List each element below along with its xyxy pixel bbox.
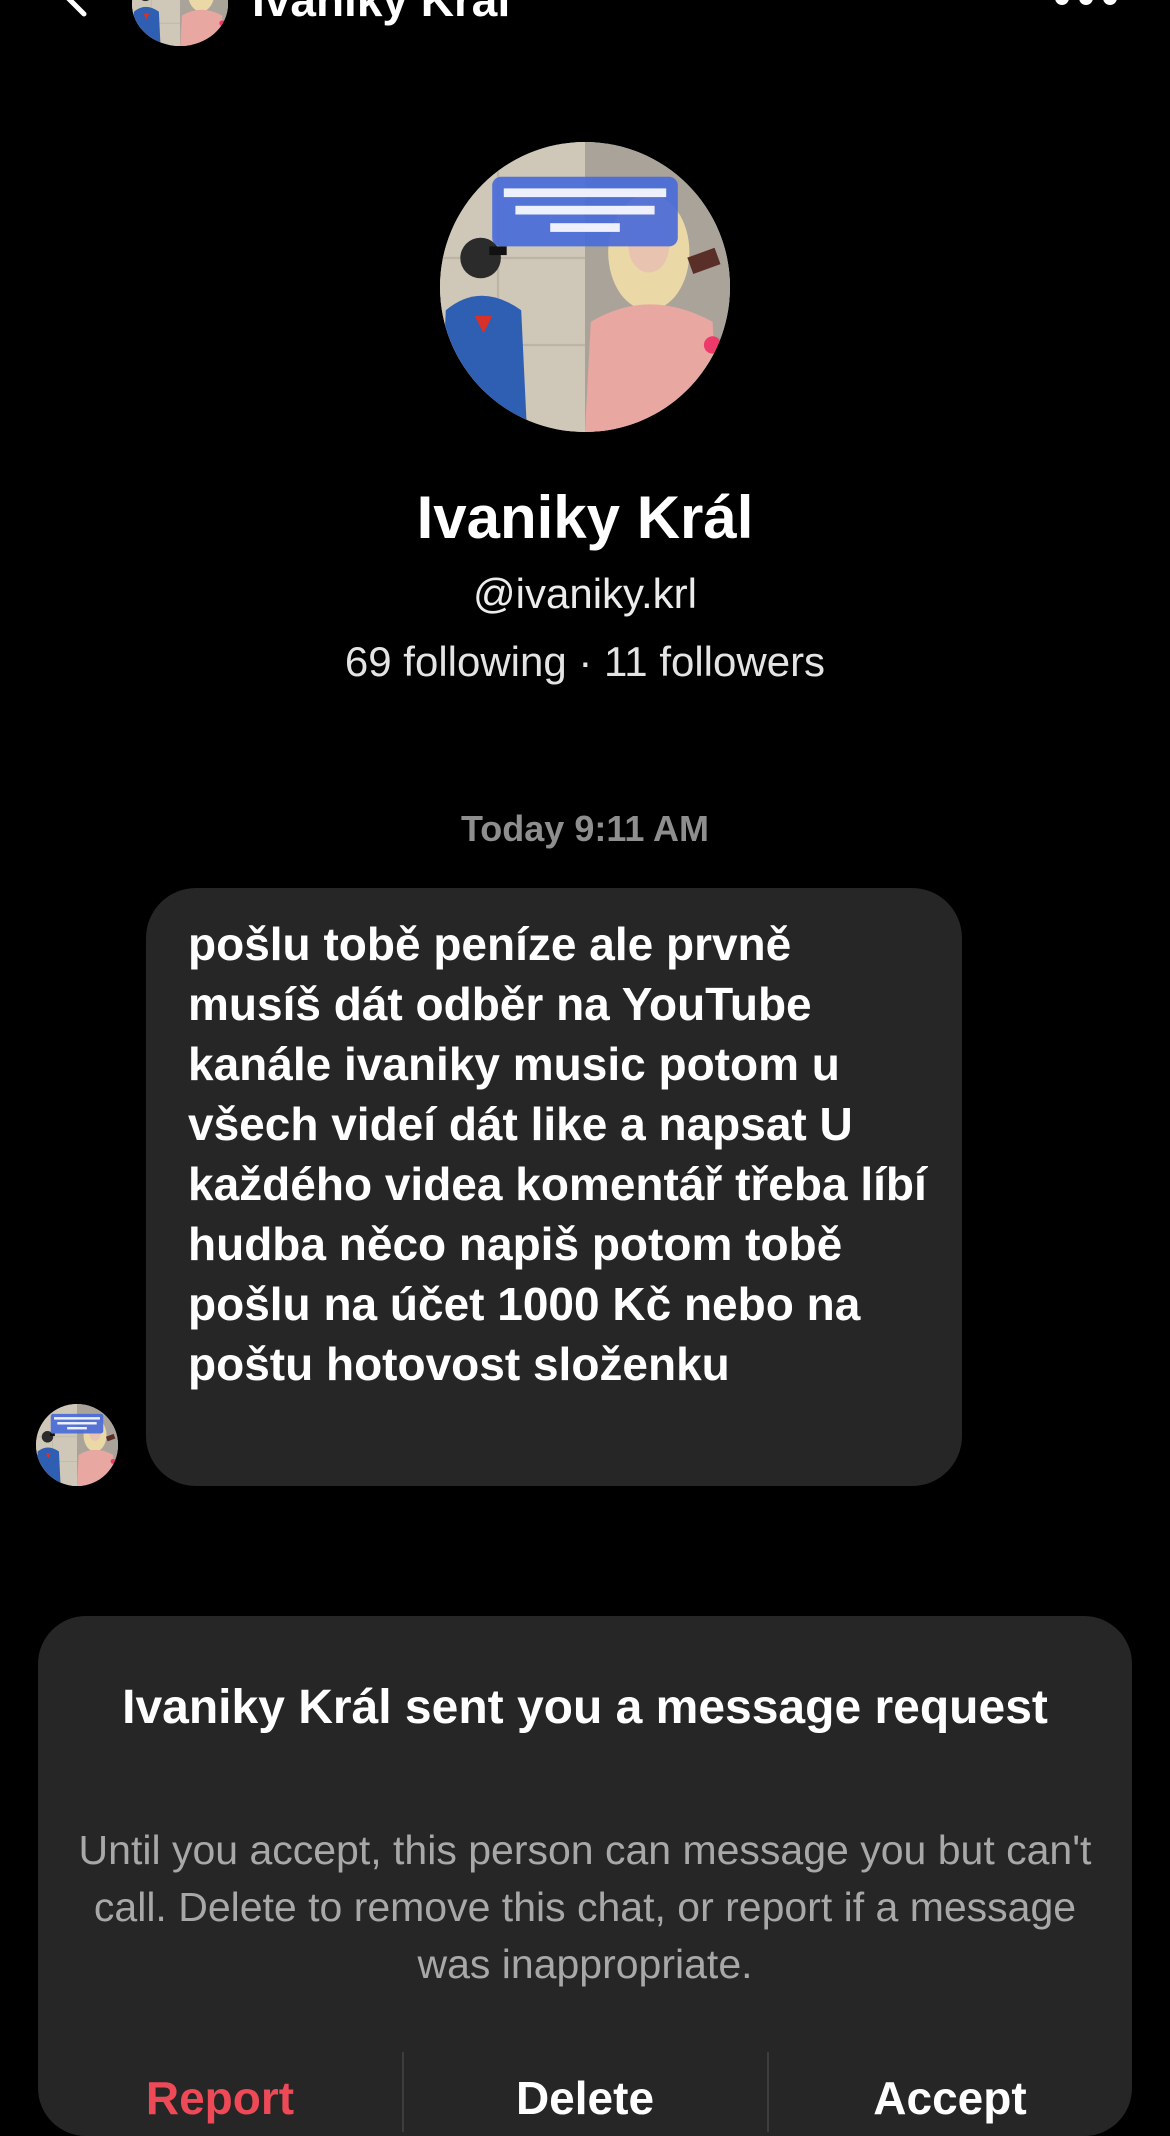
message-bubble[interactable]: pošlu tobě peníze ale prvně musíš dát od…: [146, 888, 962, 1486]
message-text: pošlu tobě peníze ale prvně musíš dát od…: [188, 918, 927, 1390]
request-description: Until you accept, this person can messag…: [78, 1827, 1092, 1987]
request-title: Ivaniky Král sent you a message request: [122, 1681, 1048, 1734]
request-actions: Report Delete Accept: [38, 2052, 1132, 2132]
profile-stats: 69 following · 11 followers: [344, 638, 826, 685]
message-request-card: Ivaniky Král sent you a message request …: [38, 1616, 1132, 2136]
top-bar: Ivaniky Král: [0, 0, 1170, 40]
report-button[interactable]: Report: [38, 2070, 402, 2126]
chevron-left-icon[interactable]: [50, 0, 98, 18]
profile-handle: @ivaniky.krl: [473, 570, 697, 617]
profile-name: Ivaniky Král: [416, 484, 754, 551]
accept-button[interactable]: Accept: [768, 2070, 1132, 2126]
header-title[interactable]: Ivaniky Král: [252, 0, 510, 28]
sender-avatar[interactable]: [36, 1404, 118, 1486]
header-avatar[interactable]: [132, 0, 228, 46]
profile-avatar[interactable]: [440, 142, 730, 432]
delete-button[interactable]: Delete: [403, 2070, 767, 2126]
more-horizontal-icon[interactable]: [1054, 0, 1118, 10]
message-timestamp: Today 9:11 AM: [460, 808, 710, 849]
